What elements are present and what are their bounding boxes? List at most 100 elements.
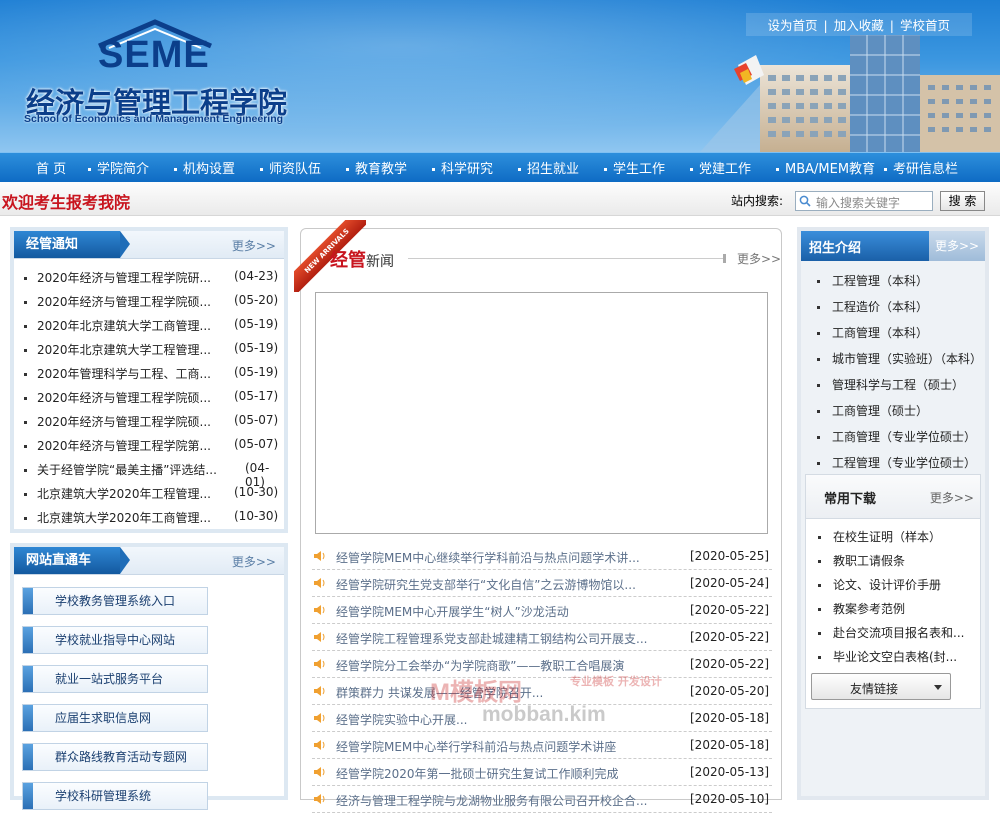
notice-title[interactable]: 2020年经济与管理工程学院硕... xyxy=(37,295,211,309)
news-item[interactable]: 经管学院分工会举办“为学院商歌”——教职工合唱展演 [2020-05-22] xyxy=(312,651,772,678)
sitelinks-header: 网站直通车 更多>> xyxy=(14,547,284,575)
notice-title[interactable]: 2020年北京建筑大学工商管理... xyxy=(37,319,211,333)
news-more-link[interactable]: 更多>> xyxy=(737,250,781,267)
news-title-link[interactable]: 经管学院MEM中心继续举行学科前沿与热点问题学术讲... xyxy=(336,549,640,566)
nav-research[interactable]: 科学研究 xyxy=(432,158,493,177)
speaker-icon xyxy=(314,577,326,588)
download-item[interactable]: 论文、设计评价手册 xyxy=(818,576,941,593)
admission-label: 工商管理（专业学位硕士） xyxy=(832,430,977,444)
news-title-link[interactable]: 经管学院2020年第一批硕士研究生复试工作顺利完成 xyxy=(336,765,619,782)
nav-student-work[interactable]: 学生工作 xyxy=(604,158,665,177)
bullet xyxy=(24,349,27,352)
admission-item[interactable]: 工商管理（硕士） xyxy=(817,402,928,419)
notice-title[interactable]: 北京建筑大学2020年工程管理... xyxy=(37,487,211,501)
sitelink-button[interactable]: 学校就业指导中心网站 xyxy=(22,626,208,654)
sitelink-button[interactable]: 学校教务管理系统入口 xyxy=(22,587,208,615)
notice-title[interactable]: 北京建筑大学2020年工商管理... xyxy=(37,511,211,525)
sitelink-button[interactable]: 群众路线教育活动专题网 xyxy=(22,743,208,771)
sitelink-label: 应届生求职信息网 xyxy=(55,711,152,725)
download-item[interactable]: 赴台交流项目报名表和... xyxy=(818,624,964,641)
notice-item[interactable]: 2020年北京建筑大学工商管理... xyxy=(24,317,211,334)
sitelink-button[interactable]: 应届生求职信息网 xyxy=(22,704,208,732)
news-title-link[interactable]: 经济与管理工程学院与龙湖物业服务有限公司召开校企合... xyxy=(336,792,647,809)
admissions-more-link[interactable]: 更多>> xyxy=(929,231,985,261)
notice-item[interactable]: 北京建筑大学2020年工程管理... xyxy=(24,485,211,502)
notice-title[interactable]: 2020年经济与管理工程学院硕... xyxy=(37,415,211,429)
bullet xyxy=(818,656,821,659)
notice-title[interactable]: 2020年北京建筑大学工程管理... xyxy=(37,343,211,357)
news-item[interactable]: 经管学院MEM中心开展学生“树人”沙龙活动 [2020-05-22] xyxy=(312,597,772,624)
admission-item[interactable]: 工商管理（专业学位硕士） xyxy=(817,428,976,445)
nav-faculty[interactable]: 师资队伍 xyxy=(260,158,321,177)
download-item[interactable]: 在校生证明（样本） xyxy=(818,528,941,545)
news-date: [2020-05-13] xyxy=(690,765,770,779)
school-homepage-link[interactable]: 学校首页 xyxy=(900,18,950,33)
notice-item[interactable]: 2020年经济与管理工程学院第... xyxy=(24,437,211,454)
add-favorite-link[interactable]: 加入收藏 xyxy=(834,18,884,33)
speaker-icon xyxy=(314,550,326,561)
admission-item[interactable]: 工程管理（专业学位硕士） xyxy=(817,454,976,471)
admission-item[interactable]: 城市管理（实验班）（本科） xyxy=(817,350,982,367)
downloads-more-link[interactable]: 更多>> xyxy=(930,489,974,506)
sitelinks-more-link[interactable]: 更多>> xyxy=(232,553,276,570)
news-slideshow[interactable] xyxy=(315,292,768,534)
notice-item[interactable]: 2020年经济与管理工程学院硕... xyxy=(24,413,211,430)
speaker-icon xyxy=(314,604,326,615)
news-item[interactable]: 经管学院MEM中心继续举行学科前沿与热点问题学术讲... [2020-05-25] xyxy=(312,543,772,570)
watermark-url: mobban.kim xyxy=(482,703,606,726)
news-title-link[interactable]: 经管学院研究生党支部举行“文化自信”之云游博物馆以... xyxy=(336,576,636,593)
admission-item[interactable]: 工程管理（本科） xyxy=(817,272,928,289)
notice-item[interactable]: 2020年经济与管理工程学院硕... xyxy=(24,293,211,310)
set-homepage-link[interactable]: 设为首页 xyxy=(768,18,818,33)
notices-more-link[interactable]: 更多>> xyxy=(232,237,276,254)
news-title-link[interactable]: 经管学院工程管理系党支部赴城建精工钢结构公司开展支... xyxy=(336,630,647,647)
download-item[interactable]: 教职工请假条 xyxy=(818,552,905,569)
notice-title[interactable]: 2020年管理科学与工程、工商... xyxy=(37,367,211,381)
admission-item[interactable]: 管理科学与工程（硕士） xyxy=(817,376,964,393)
search-button[interactable]: 搜 索 xyxy=(940,191,985,211)
news-item[interactable]: 经管学院2020年第一批硕士研究生复试工作顺利完成 [2020-05-13] xyxy=(312,759,772,786)
sitelink-edge xyxy=(23,744,33,770)
news-title-link[interactable]: 经管学院实验中心开展... xyxy=(336,711,467,728)
speaker-icon xyxy=(314,712,326,723)
nav-postgrad-info[interactable]: 考研信息栏 xyxy=(884,158,958,177)
nav-education[interactable]: 教育教学 xyxy=(346,158,407,177)
news-item[interactable]: 经管学院研究生党支部举行“文化自信”之云游博物馆以... [2020-05-24] xyxy=(312,570,772,597)
notice-title[interactable]: 2020年经济与管理工程学院第... xyxy=(37,439,211,453)
nav-home[interactable]: 首 页 xyxy=(36,158,66,177)
news-item[interactable]: 经管学院MEM中心举行学科前沿与热点问题学术讲座 [2020-05-18] xyxy=(312,732,772,759)
news-item[interactable]: 经管学院工程管理系党支部赴城建精工钢结构公司开展支... [2020-05-22] xyxy=(312,624,772,651)
news-item[interactable]: 群策群力 共谋发展——经管学院召开... [2020-05-20] xyxy=(312,678,772,705)
download-item[interactable]: 教案参考范例 xyxy=(818,600,905,617)
admission-item[interactable]: 工程造价（本科） xyxy=(817,298,928,315)
bullet xyxy=(24,517,27,520)
notice-item[interactable]: 2020年经济与管理工程学院研... xyxy=(24,269,211,286)
site-header: SEME 经济与管理工程学院 School of Economics and M… xyxy=(0,0,1000,152)
notice-item[interactable]: 2020年北京建筑大学工程管理... xyxy=(24,341,211,358)
admission-item[interactable]: 工商管理（本科） xyxy=(817,324,928,341)
bullet xyxy=(24,277,27,280)
notice-title[interactable]: 关于经管学院“最美主播”评选结... xyxy=(37,463,217,477)
sitelink-button[interactable]: 学校科研管理系统 xyxy=(22,782,208,810)
download-item[interactable]: 毕业论文空白表格(封... xyxy=(818,648,957,665)
bullet xyxy=(817,436,820,439)
notice-date: (05-20) xyxy=(234,293,279,307)
nav-mba-mem[interactable]: MBA/MEM教育 xyxy=(776,158,875,177)
friend-links-select[interactable]: 友情链接 xyxy=(811,673,951,700)
notice-title[interactable]: 2020年经济与管理工程学院硕... xyxy=(37,391,211,405)
news-title-link[interactable]: 经管学院MEM中心举行学科前沿与热点问题学术讲座 xyxy=(336,738,616,755)
news-title-link[interactable]: 经管学院MEM中心开展学生“树人”沙龙活动 xyxy=(336,603,569,620)
notice-item[interactable]: 关于经管学院“最美主播”评选结... xyxy=(24,461,217,478)
nav-college-intro[interactable]: 学院简介 xyxy=(88,158,149,177)
notice-title[interactable]: 2020年经济与管理工程学院研... xyxy=(37,271,211,285)
search-input[interactable]: 输入搜索关键字 xyxy=(795,191,933,211)
nav-party-work[interactable]: 党建工作 xyxy=(690,158,751,177)
sitelink-button[interactable]: 就业一站式服务平台 xyxy=(22,665,208,693)
nav-organization[interactable]: 机构设置 xyxy=(174,158,235,177)
admission-label: 城市管理（实验班）（本科） xyxy=(832,352,983,366)
nav-admission-employment[interactable]: 招生就业 xyxy=(518,158,579,177)
notice-item[interactable]: 北京建筑大学2020年工商管理... xyxy=(24,509,211,526)
notice-item[interactable]: 2020年管理科学与工程、工商... xyxy=(24,365,211,382)
notice-item[interactable]: 2020年经济与管理工程学院硕... xyxy=(24,389,211,406)
notice-date: (05-19) xyxy=(234,365,279,379)
